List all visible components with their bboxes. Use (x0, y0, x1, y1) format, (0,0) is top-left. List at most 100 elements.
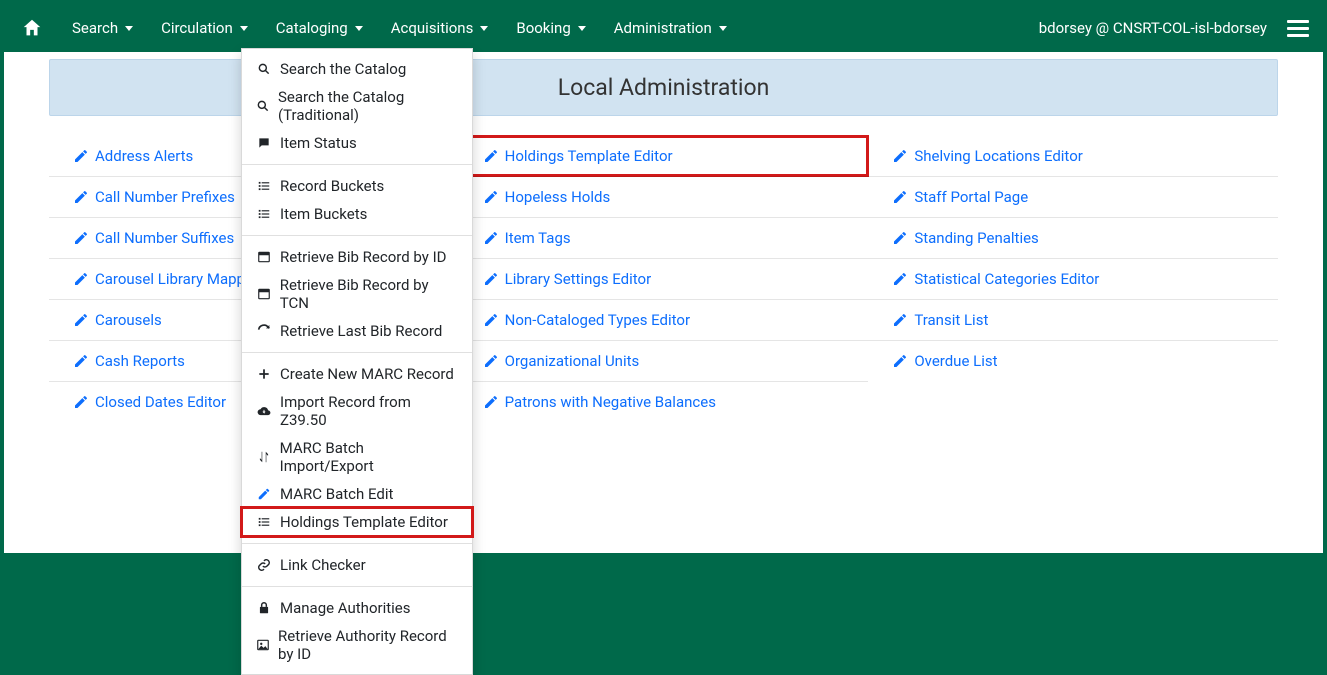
home-icon[interactable] (18, 14, 46, 42)
dropdown-item-label: Search the Catalog (280, 60, 406, 78)
admin-link-label: Overdue List (914, 352, 997, 370)
admin-link[interactable]: Standing Penalties (868, 217, 1278, 258)
dropdown-divider (242, 235, 472, 236)
admin-link-label: Patrons with Negative Balances (505, 393, 716, 411)
dropdown-item-label: Import Record from Z39.50 (280, 393, 458, 429)
window-icon (256, 286, 272, 302)
dropdown-item[interactable]: Create New MARC Record (242, 360, 472, 388)
menu-icon[interactable] (1287, 17, 1309, 39)
nav-booking[interactable]: Booking (504, 13, 597, 43)
admin-link[interactable]: Hopeless Holds (459, 176, 869, 217)
dropdown-item[interactable]: Search the Catalog (Traditional) (242, 83, 472, 129)
list-icon (256, 206, 272, 222)
dropdown-item[interactable]: Retrieve Last Bib Record (242, 317, 472, 345)
chevron-down-icon (355, 26, 363, 31)
search-icon (256, 98, 270, 114)
admin-link-label: Staff Portal Page (914, 188, 1028, 206)
dropdown-divider (242, 543, 472, 544)
chat-icon (256, 135, 272, 151)
admin-link[interactable]: Patrons with Negative Balances (459, 381, 869, 422)
admin-link-label: Library Settings Editor (505, 270, 652, 288)
chevron-down-icon (480, 26, 488, 31)
search-icon (256, 61, 272, 77)
pencil-icon (73, 189, 89, 205)
nav-acquisitions[interactable]: Acquisitions (379, 13, 501, 43)
dropdown-item[interactable]: Holdings Template Editor (242, 508, 472, 536)
pencil-icon (483, 271, 499, 287)
window-icon (256, 249, 272, 265)
pencil-icon (73, 353, 89, 369)
admin-link[interactable]: Holdings Template Editor (459, 136, 869, 176)
dropdown-item[interactable]: Retrieve Bib Record by ID (242, 243, 472, 271)
admin-link-label: Hopeless Holds (505, 188, 611, 206)
nav-administration[interactable]: Administration (602, 13, 739, 43)
dropdown-item[interactable]: Record Buckets (242, 172, 472, 200)
admin-link-label: Standing Penalties (914, 229, 1038, 247)
dropdown-item[interactable]: Import Record from Z39.50 (242, 388, 472, 434)
dropdown-item-label: Retrieve Bib Record by ID (280, 248, 447, 266)
exchange-icon (256, 449, 272, 465)
admin-link-label: Call Number Suffixes (95, 229, 234, 247)
admin-column: Holdings Template Editor Hopeless Holds It… (459, 136, 869, 422)
nav-circulation[interactable]: Circulation (149, 13, 260, 43)
admin-link[interactable]: Library Settings Editor (459, 258, 869, 299)
admin-link-label: Organizational Units (505, 352, 640, 370)
user-label[interactable]: bdorsey @ CNSRT-COL-isl-bdorsey (1029, 19, 1277, 37)
dropdown-item-label: Item Status (280, 134, 357, 152)
admin-link-label: Transit List (914, 311, 988, 329)
cloud-down-icon (256, 403, 272, 419)
dropdown-item[interactable]: Search the Catalog (242, 55, 472, 83)
admin-link-label: Item Tags (505, 229, 571, 247)
admin-link[interactable]: Overdue List (868, 340, 1278, 381)
dropdown-item-label: MARC Batch Edit (280, 485, 393, 503)
chevron-down-icon (719, 26, 727, 31)
admin-link[interactable]: Staff Portal Page (868, 176, 1278, 217)
pencil-icon (73, 394, 89, 410)
pencil-icon (483, 312, 499, 328)
admin-link[interactable]: Shelving Locations Editor (868, 136, 1278, 176)
admin-link-label: Non-Cataloged Types Editor (505, 311, 690, 329)
admin-link[interactable]: Transit List (868, 299, 1278, 340)
dropdown-item-label: Record Buckets (280, 177, 384, 195)
pencil-icon (483, 189, 499, 205)
dropdown-item[interactable]: Retrieve Bib Record by TCN (242, 271, 472, 317)
cataloging-dropdown: Search the Catalog Search the Catalog (Tr… (241, 48, 473, 553)
admin-column: Shelving Locations Editor Staff Portal Pa… (868, 136, 1278, 422)
pencil-icon (892, 271, 908, 287)
admin-link[interactable]: Non-Cataloged Types Editor (459, 299, 869, 340)
admin-link-label: Address Alerts (95, 147, 193, 165)
pencil-icon (483, 230, 499, 246)
dropdown-item[interactable]: Item Buckets (242, 200, 472, 228)
admin-link[interactable]: Item Tags (459, 217, 869, 258)
dropdown-item[interactable]: MARC Batch Import/Export (242, 434, 472, 480)
dropdown-item-label: Search the Catalog (Traditional) (278, 88, 458, 124)
list-icon (256, 514, 272, 530)
redo-icon (256, 323, 272, 339)
pencil-icon (892, 312, 908, 328)
pencil-icon (483, 353, 499, 369)
dropdown-divider (242, 164, 472, 165)
pencil-icon (73, 312, 89, 328)
chevron-down-icon (578, 26, 586, 31)
pencil-icon (73, 271, 89, 287)
dropdown-item[interactable]: Link Checker (242, 551, 472, 553)
pencil-icon (892, 230, 908, 246)
admin-link[interactable]: Organizational Units (459, 340, 869, 381)
dropdown-item-label: Retrieve Bib Record by TCN (280, 276, 458, 312)
chevron-down-icon (240, 26, 248, 31)
admin-link-label: Carousels (95, 311, 162, 329)
dropdown-item-label: MARC Batch Import/Export (280, 439, 458, 475)
admin-link-label: Call Number Prefixes (95, 188, 235, 206)
admin-link[interactable]: Statistical Categories Editor (868, 258, 1278, 299)
nav-cataloging[interactable]: Cataloging (264, 13, 375, 43)
dropdown-item[interactable]: Item Status (242, 129, 472, 157)
dropdown-divider (242, 352, 472, 353)
admin-link-label: Statistical Categories Editor (914, 270, 1099, 288)
pencil-icon (483, 148, 499, 164)
dropdown-item[interactable]: MARC Batch Edit (242, 480, 472, 508)
pencil-icon (73, 148, 89, 164)
dropdown-item-label: Retrieve Last Bib Record (280, 322, 442, 340)
nav-search[interactable]: Search (60, 13, 145, 43)
admin-link-label: Holdings Template Editor (505, 147, 673, 165)
admin-link-label: Closed Dates Editor (95, 393, 226, 411)
